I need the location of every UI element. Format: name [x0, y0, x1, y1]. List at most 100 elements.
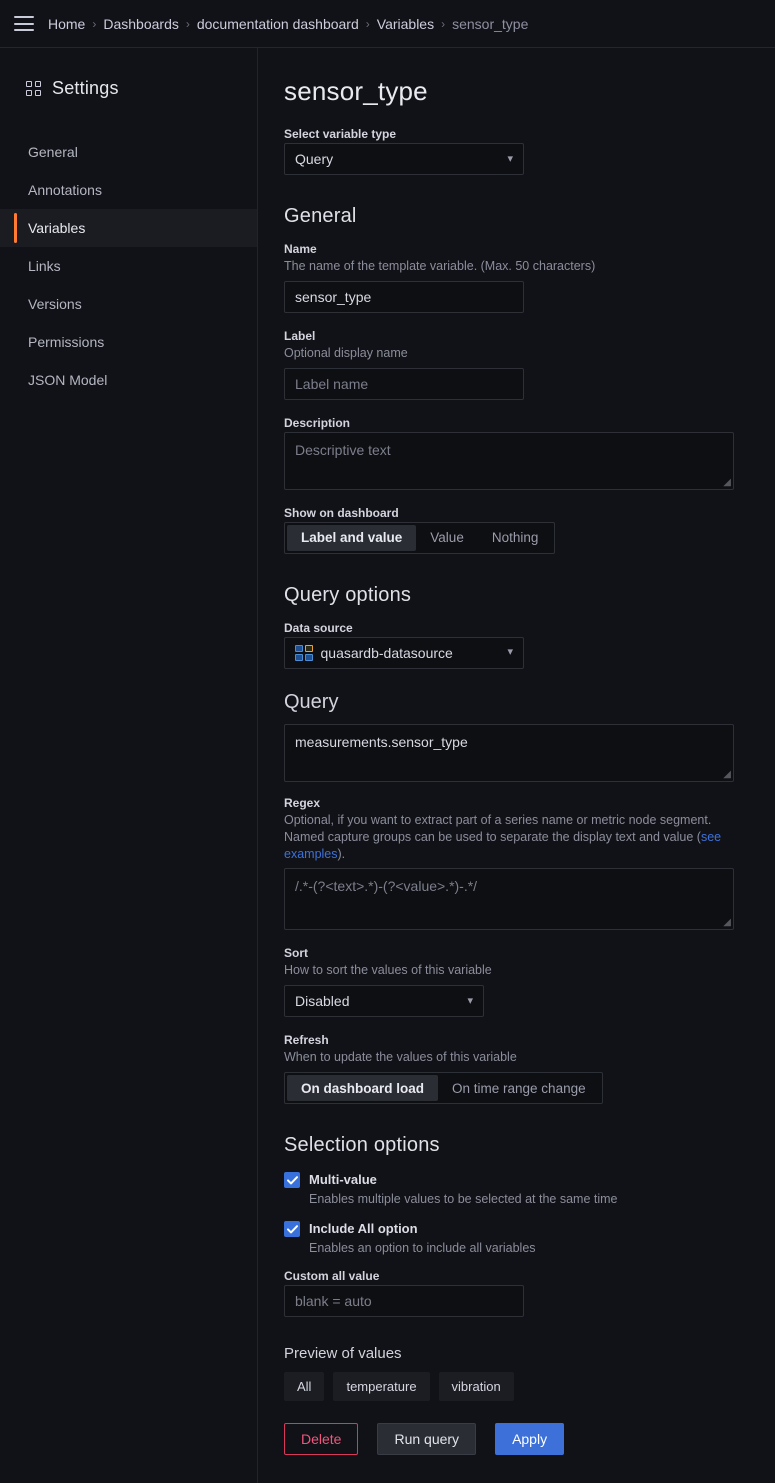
sidebar-item-permissions[interactable]: Permissions — [0, 323, 257, 361]
general-heading: General — [284, 205, 357, 227]
regex-description-text: Optional, if you want to extract part of… — [284, 812, 712, 844]
custom-all-value-field: Custom all value blank = auto — [284, 1269, 741, 1318]
breadcrumb-item-home[interactable]: Home — [48, 16, 85, 32]
query-options-heading: Query options — [284, 583, 412, 606]
sort-value: Disabled — [295, 993, 350, 1010]
description-placeholder: Descriptive text — [295, 441, 391, 458]
hamburger-icon[interactable] — [14, 16, 34, 31]
multi-value-label: Multi-value — [309, 1172, 377, 1188]
sort-label: Sort — [284, 946, 308, 961]
show-on-dashboard-label: Show on dashboard — [284, 505, 399, 520]
preview-heading: Preview of values — [284, 1345, 402, 1363]
breadcrumb-item-variables[interactable]: Variables — [377, 16, 434, 32]
regex-description: Optional, if you want to extract part of… — [284, 812, 741, 863]
quasardb-datasource-icon — [295, 645, 313, 661]
variable-type-field: Select variable type Query ▾ — [284, 127, 741, 175]
apply-button[interactable]: Apply — [495, 1423, 565, 1456]
chevron-down-icon: ▾ — [507, 646, 513, 659]
refresh-description: When to update the values of this variab… — [284, 1050, 517, 1065]
action-buttons: Delete Run query Apply — [284, 1423, 741, 1481]
regex-textarea[interactable]: /.*-(?<text>.*)-(?<value>.*)-.*/ ◢ — [284, 868, 734, 931]
sidebar-item-label: Links — [28, 258, 61, 274]
refresh-radio-group: On dashboard load On time range change — [284, 1072, 603, 1105]
sidebar-item-label: JSON Model — [28, 372, 108, 388]
breadcrumb-item-documentation-dashboard[interactable]: documentation dashboard — [197, 16, 359, 32]
delete-button[interactable]: Delete — [284, 1423, 359, 1456]
name-input[interactable]: sensor_type — [284, 280, 524, 313]
sidebar-item-links[interactable]: Links — [0, 247, 257, 285]
breadcrumb-item-current: sensor_type — [452, 15, 529, 32]
variable-editor-pane: sensor_type Select variable type Query ▾… — [258, 48, 775, 1483]
query-value: measurements.sensor_type — [295, 733, 468, 750]
radio-nothing[interactable]: Nothing — [478, 525, 553, 551]
radio-label-and-value[interactable]: Label and value — [287, 524, 417, 551]
variable-type-select[interactable]: Query ▾ — [284, 143, 524, 175]
run-query-button[interactable]: Run query — [377, 1423, 477, 1456]
sidebar-item-versions[interactable]: Versions — [0, 285, 257, 323]
sidebar-item-label: Permissions — [28, 334, 105, 350]
sort-field: Sort How to sort the values of this vari… — [284, 946, 741, 1018]
breadcrumb-separator-icon: › — [92, 16, 97, 31]
regex-label: Regex — [284, 795, 321, 810]
top-bar: Home › Dashboards › documentation dashbo… — [0, 0, 775, 48]
description-field: Description Descriptive text ◢ — [284, 416, 741, 490]
sidebar-item-annotations[interactable]: Annotations — [0, 171, 257, 209]
breadcrumb: Home › Dashboards › documentation dashbo… — [48, 16, 528, 32]
sidebar-item-json-model[interactable]: JSON Model — [0, 361, 257, 399]
radio-value[interactable]: Value — [416, 525, 478, 551]
description-label: Description — [284, 415, 351, 430]
include-all-row: Include All option — [284, 1220, 741, 1238]
multi-value-row: Multi-value — [284, 1171, 741, 1189]
description-textarea[interactable]: Descriptive text ◢ — [284, 431, 734, 490]
name-label: Name — [284, 242, 317, 256]
show-on-dashboard-field: Show on dashboard Label and value Value … — [284, 506, 741, 554]
radio-on-time-range-change[interactable]: On time range change — [438, 1075, 600, 1101]
query-heading: Query — [284, 690, 339, 713]
settings-title: Settings — [52, 78, 119, 98]
refresh-label: Refresh — [284, 1033, 329, 1048]
settings-sidebar: Settings General Annotations Variables L… — [0, 48, 258, 1483]
radio-on-dashboard-load[interactable]: On dashboard load — [287, 1075, 439, 1102]
sidebar-item-label: Variables — [28, 220, 86, 236]
sidebar-item-label: Versions — [28, 296, 82, 312]
preview-chip: temperature — [333, 1372, 430, 1402]
resize-grip-icon[interactable]: ◢ — [723, 477, 731, 488]
data-source-label: Data source — [284, 620, 353, 635]
label-input[interactable]: Label name — [284, 367, 524, 400]
data-source-value: quasardb-datasource — [320, 644, 453, 661]
variable-type-label: Select variable type — [284, 127, 397, 141]
include-all-checkbox[interactable] — [284, 1221, 300, 1238]
settings-header: Settings — [0, 78, 257, 99]
data-source-select[interactable]: quasardb-datasource ▾ — [284, 636, 524, 669]
breadcrumb-separator-icon: › — [185, 16, 190, 31]
multi-value-description: Enables multiple values to be selected a… — [309, 1192, 618, 1207]
regex-field: Regex Optional, if you want to extract p… — [284, 796, 741, 931]
show-on-dashboard-radio-group: Label and value Value Nothing — [284, 521, 556, 554]
query-textarea[interactable]: measurements.sensor_type ◢ — [284, 723, 734, 782]
sidebar-item-label: Annotations — [28, 182, 102, 198]
regex-placeholder: /.*-(?<text>.*)-(?<value>.*)-.*/ — [295, 878, 478, 895]
page-title: sensor_type — [284, 76, 428, 106]
label-label: Label — [284, 328, 316, 343]
selection-options-heading: Selection options — [284, 1134, 440, 1157]
custom-all-value-label: Custom all value — [284, 1269, 380, 1284]
apps-grid-icon — [26, 81, 41, 96]
label-description: Optional display name — [284, 345, 408, 360]
sidebar-item-general[interactable]: General — [0, 133, 257, 171]
preview-chip: vibration — [438, 1372, 514, 1402]
include-all-label: Include All option — [309, 1221, 418, 1237]
custom-all-value-input[interactable]: blank = auto — [284, 1285, 524, 1318]
breadcrumb-item-dashboards[interactable]: Dashboards — [103, 16, 179, 32]
preview-values: All temperature vibration — [284, 1372, 741, 1402]
resize-grip-icon[interactable]: ◢ — [723, 918, 731, 928]
multi-value-checkbox[interactable] — [284, 1172, 300, 1189]
sort-description: How to sort the values of this variable — [284, 963, 492, 978]
label-field: Label Optional display name Label name — [284, 329, 741, 400]
resize-grip-icon[interactable]: ◢ — [723, 769, 731, 780]
chevron-down-icon: ▾ — [507, 152, 513, 165]
data-source-field: Data source quasardb-datasource ▾ — [284, 621, 741, 669]
sort-select[interactable]: Disabled ▾ — [284, 985, 484, 1018]
sidebar-item-variables[interactable]: Variables — [0, 209, 257, 247]
sidebar-item-label: General — [28, 144, 78, 160]
breadcrumb-separator-icon: › — [365, 16, 370, 31]
